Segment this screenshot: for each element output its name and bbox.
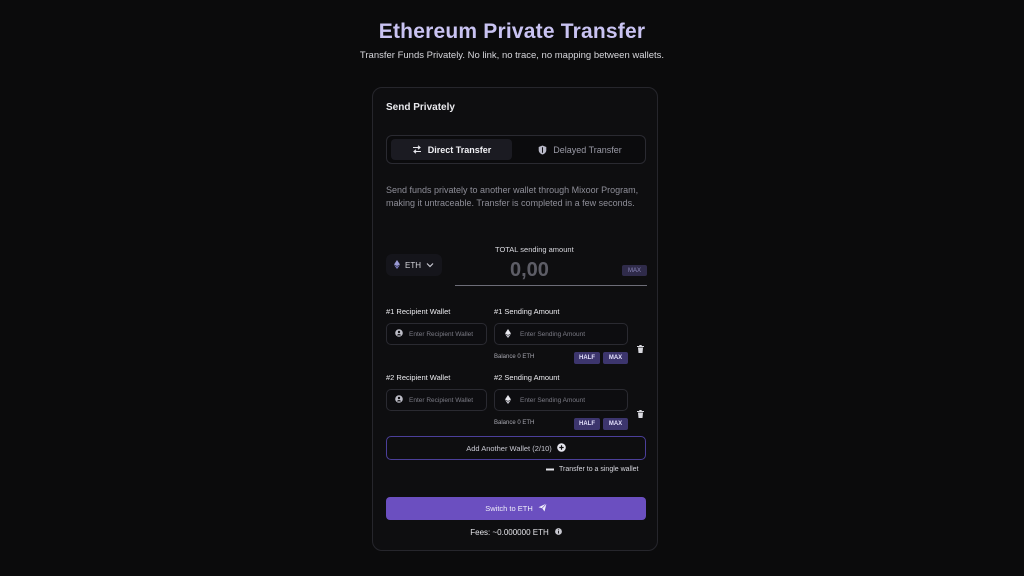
page-subtitle: Transfer Funds Privately. No link, no tr… — [359, 50, 665, 61]
trash-icon[interactable] — [637, 405, 644, 423]
recipient-1-amount-input[interactable]: Enter Sending Amount — [494, 323, 628, 345]
add-wallet-button[interactable]: Add Another Wallet (2/10) — [386, 436, 646, 460]
recipient-1-amount-label: #1 Sending Amount — [494, 307, 560, 316]
tab-direct-transfer[interactable]: Direct Transfer — [391, 139, 512, 160]
user-circle-icon — [395, 395, 403, 405]
fees-row: Fees: ~0.000000 ETH — [373, 528, 659, 537]
user-circle-icon — [395, 329, 403, 339]
recipient-1-wallet-placeholder: Enter Recipient Wallet — [409, 330, 474, 338]
total-amount-field[interactable]: 0,00 MAX — [455, 258, 647, 286]
total-max-button[interactable]: MAX — [622, 265, 647, 276]
transfer-mode-tabs: Direct Transfer Delayed Transfer — [386, 135, 646, 164]
recipient-2-half-button[interactable]: HALF — [574, 418, 600, 430]
add-wallet-label: Add Another Wallet (2/10) — [466, 443, 552, 453]
token-symbol: ETH — [405, 260, 421, 270]
recipient-2-wallet-input[interactable]: Enter Recipient Wallet — [386, 389, 487, 411]
tab-delayed-transfer[interactable]: Delayed Transfer — [518, 139, 642, 160]
recipient-2-amount-input[interactable]: Enter Sending Amount — [494, 389, 628, 411]
recipient-1-amount-placeholder: Enter Sending Amount — [520, 330, 586, 338]
shield-icon — [538, 145, 547, 155]
tab-direct-transfer-label: Direct Transfer — [427, 144, 492, 155]
single-wallet-label: Transfer to a single wallet — [559, 466, 639, 473]
single-wallet-toggle[interactable]: Transfer to a single wallet — [546, 466, 639, 473]
card-title: Send Privately — [386, 102, 455, 113]
recipient-2-wallet-placeholder: Enter Recipient Wallet — [409, 396, 474, 404]
token-selector[interactable]: ETH — [386, 254, 442, 276]
recipient-1-balance: Balance 0 ETH — [494, 354, 535, 360]
swap-arrows-icon — [412, 145, 422, 154]
trash-icon[interactable] — [637, 340, 644, 358]
fees-label: Fees: ~0.000000 ETH — [470, 528, 549, 537]
recipient-1-wallet-input[interactable]: Enter Recipient Wallet — [386, 323, 487, 345]
ethereum-icon — [394, 259, 400, 271]
recipient-2-wallet-label: #2 Recipient Wallet — [386, 373, 451, 382]
total-amount-label: TOTAL sending amount — [495, 245, 574, 254]
total-amount-value: 0,00 — [510, 259, 549, 281]
recipient-1-half-button[interactable]: HALF — [574, 352, 600, 364]
page-title: Ethereum Private Transfer — [378, 20, 646, 43]
ethereum-icon — [505, 328, 511, 340]
recipient-1-max-button[interactable]: MAX — [603, 352, 628, 364]
recipient-1-wallet-label: #1 Recipient Wallet — [386, 307, 451, 316]
send-privately-card: Send Privately Direct Transfer Delayed T… — [372, 87, 658, 551]
send-icon — [538, 503, 547, 514]
switch-button-label: Switch to ETH — [485, 504, 533, 513]
transfer-description: Send funds privately to another wallet t… — [386, 185, 639, 208]
ethereum-icon — [505, 394, 511, 406]
recipient-2-amount-placeholder: Enter Sending Amount — [520, 396, 586, 404]
recipient-2-max-button[interactable]: MAX — [603, 418, 628, 430]
info-icon[interactable] — [554, 528, 562, 537]
recipient-2-balance: Balance 0 ETH — [494, 420, 535, 426]
minus-icon — [546, 466, 554, 473]
tab-delayed-transfer-label: Delayed Transfer — [553, 144, 622, 155]
recipient-2-amount-label: #2 Sending Amount — [494, 373, 560, 382]
chevron-down-icon — [426, 261, 434, 270]
plus-circle-icon — [556, 442, 566, 454]
switch-to-eth-button[interactable]: Switch to ETH — [386, 497, 646, 520]
